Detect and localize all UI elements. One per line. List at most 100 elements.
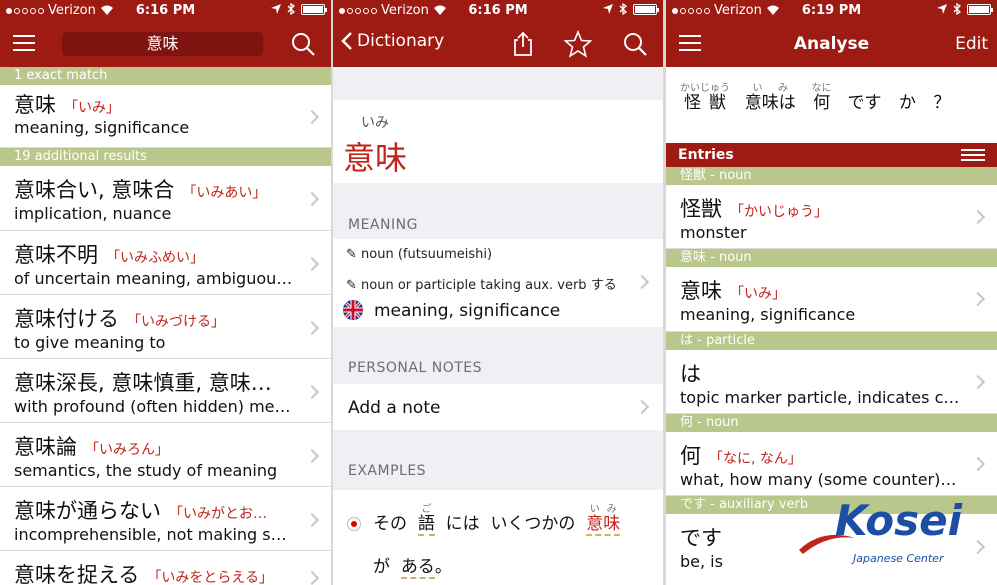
entry-word: 意味付ける	[14, 307, 119, 331]
logo-subtext: Japanese Center	[853, 552, 944, 565]
entry-word: 何	[680, 444, 701, 468]
list-item[interactable]: 意味深長, 意味慎重, 意味… with profound (often hid…	[0, 359, 331, 423]
bluetooth-icon	[953, 3, 961, 15]
entries-label: Entries	[678, 147, 734, 163]
notes-header: PERSONAL NOTES	[348, 360, 482, 376]
chevron-right-icon	[970, 539, 986, 555]
edit-button[interactable]: Edit	[955, 34, 988, 54]
hamburger-icon[interactable]	[13, 35, 35, 51]
share-icon[interactable]	[509, 30, 537, 58]
list-item[interactable]: は topic marker particle, indicates c…	[666, 350, 997, 414]
entry-reading: 「なに, なん」	[709, 451, 802, 467]
list-item[interactable]: 怪獣 「かいじゅう」 monster	[666, 185, 997, 249]
list-item[interactable]: 意味合い, 意味合 「いみあい」 implication, nuance	[0, 166, 331, 231]
list-item[interactable]: 意味 「いみ」 meaning, significance	[666, 267, 997, 332]
word-title: 意味	[343, 139, 408, 177]
chevron-right-icon	[304, 512, 320, 528]
chevron-right-icon	[304, 448, 320, 464]
list-item[interactable]: 何「なに, なん」 what, how many (some counter),…	[666, 432, 997, 496]
entry-reading: 「いみづける」	[127, 314, 225, 330]
back-label: Dictionary	[357, 31, 445, 51]
entry-reading: 「いみ」	[730, 286, 786, 302]
sentence-token[interactable]: 何なに	[812, 83, 832, 113]
chevron-right-icon	[970, 374, 986, 390]
section-header: 意味 - noun	[666, 249, 997, 267]
example-block[interactable]: その 語ご には いくつかの 意味いみ が ある。	[333, 490, 663, 585]
entry-meaning: topic marker particle, indicates c…	[680, 388, 960, 407]
entry-reading: 「いみふめい」	[106, 250, 204, 266]
chevron-right-icon	[970, 456, 986, 472]
section-header: は - particle	[666, 332, 997, 350]
battery-icon	[967, 3, 993, 15]
meaning-block[interactable]: ✎ noun (futsuumeishi) ✎ noun or particip…	[333, 239, 663, 327]
star-icon[interactable]	[564, 30, 592, 58]
status-bar: Verizon 6:16 PM	[0, 0, 331, 22]
entry-meaning: of uncertain meaning, ambiguou…	[14, 269, 293, 288]
pos-line: ✎ noun (futsuumeishi)	[346, 247, 493, 262]
word-header: いみ 意味	[333, 100, 663, 183]
entry-reading: 「いみあい」	[182, 185, 267, 201]
battery-icon	[633, 3, 659, 15]
list-item[interactable]: 意味不明 「いみふめい」 of uncertain meaning, ambigu…	[0, 231, 331, 295]
analysed-sentence: 怪獣かいじゅう 意味はいみ 何なに です か ？	[680, 83, 962, 113]
word-furigana: いみ	[361, 115, 389, 131]
section-header: 1 exact match	[0, 67, 331, 85]
search-results-screen: Verizon 6:16 PM 意味 1 exact match 意味 「いみ」 …	[0, 0, 331, 585]
entry-meaning: semantics, the study of meaning	[14, 461, 278, 480]
list-item[interactable]: 意味付ける 「いみづける」 to give meaning to	[0, 295, 331, 359]
logo-text: Kosei	[835, 496, 962, 545]
entry-meaning: meaning, significance	[680, 305, 856, 324]
list-item[interactable]: 意味が通らない 「いみがとお… incomprehensible, not mak…	[0, 487, 331, 551]
analyse-screen: Verizon 6:19 PM Analyse Edit 怪獣かいじゅう 意味は…	[666, 0, 997, 585]
sentence-token[interactable]: です	[848, 93, 882, 113]
location-icon	[937, 4, 947, 14]
list-item[interactable]: 意味 「いみ」 meaning, significance	[0, 85, 331, 148]
entry-word: 意味論	[14, 435, 77, 459]
status-bar: Verizon 6:19 PM	[666, 0, 997, 22]
jp-flag-icon	[347, 517, 361, 531]
chevron-left-icon	[341, 32, 352, 50]
page-title: Analyse	[793, 34, 870, 54]
entry-word: です	[680, 526, 722, 550]
entry-meaning: meaning, significance	[14, 118, 190, 137]
entry-word: 意味を捉える	[14, 563, 140, 585]
menu-icon[interactable]	[961, 149, 985, 161]
chevron-right-icon	[970, 291, 986, 307]
sentence-token[interactable]: か	[899, 93, 916, 113]
entry-reading: 「いみがとお…	[169, 506, 267, 522]
chevron-right-icon	[304, 570, 320, 585]
entry-word: 意味合い, 意味合	[14, 178, 175, 202]
entry-meaning: with profound (often hidden) me…	[14, 397, 291, 416]
chevron-right-icon	[634, 399, 650, 415]
entry-meaning: what, how many (some counter),…	[680, 470, 960, 489]
add-note-row[interactable]: Add a note	[333, 384, 663, 430]
uk-flag-icon	[343, 300, 363, 320]
search-input[interactable]: 意味	[62, 32, 263, 56]
list-item[interactable]: 意味論 「いみろん」 semantics, the study of meanin…	[0, 423, 331, 487]
location-icon	[603, 4, 613, 14]
search-icon[interactable]	[289, 30, 317, 58]
chevron-right-icon	[304, 191, 320, 207]
section-header: 19 additional results	[0, 148, 331, 166]
entry-reading: 「いみをとらえる」	[147, 570, 273, 585]
back-button[interactable]: Dictionary	[341, 31, 444, 51]
sentence-token[interactable]: 怪獣かいじゅう	[680, 83, 730, 113]
navbar: Analyse Edit	[666, 22, 997, 67]
pos-line: ✎ noun or participle taking aux. verb する	[346, 278, 617, 293]
examples-header: EXAMPLES	[348, 463, 427, 479]
entries-header: Entries	[666, 143, 997, 167]
entry-meaning: monster	[680, 223, 747, 242]
entry-word: は	[680, 362, 701, 386]
entry-word: 意味深長, 意味慎重, 意味…	[14, 371, 272, 395]
dictionary-screen: Verizon 6:16 PM Dictionary いみ 意味 MEANING…	[333, 0, 663, 585]
list-item[interactable]: 意味を捉える 「いみをとらえる」	[0, 551, 331, 585]
chevron-right-icon	[304, 320, 320, 336]
search-icon[interactable]	[621, 30, 649, 58]
example-line-2: が ある。	[373, 557, 452, 579]
sentence-token: ？	[933, 93, 951, 113]
entry-word: 怪獣	[680, 197, 722, 221]
section-header: 怪獣 - noun	[666, 167, 997, 185]
entry-word: 意味	[680, 279, 722, 303]
sentence-token[interactable]: 意味はいみ	[745, 83, 796, 113]
chevron-right-icon	[970, 209, 986, 225]
